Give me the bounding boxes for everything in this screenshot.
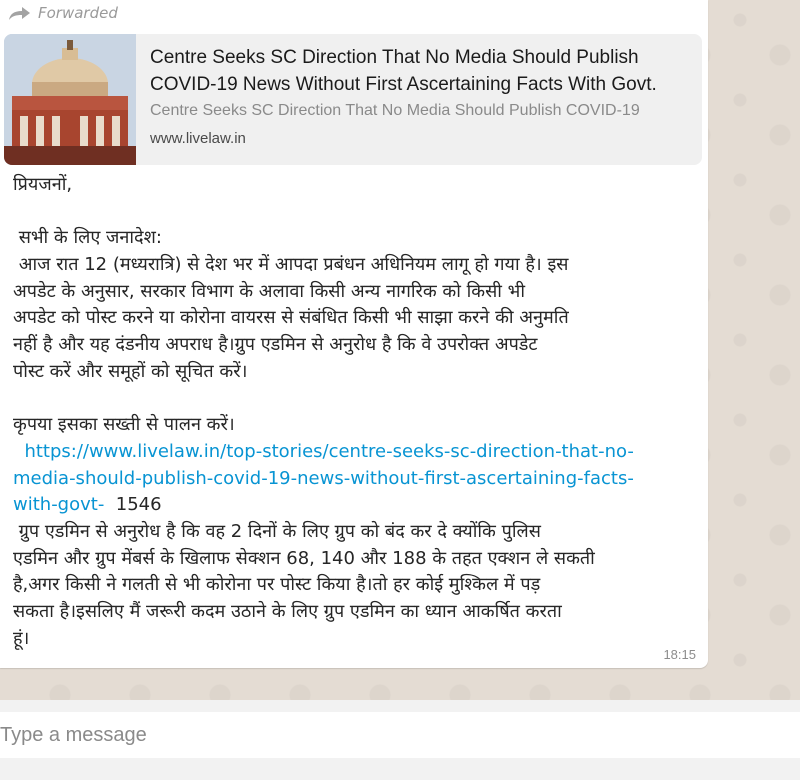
link-preview-card[interactable]: Centre Seeks SC Direction That No Media … (4, 34, 702, 165)
link-preview-domain: www.livelaw.in (150, 130, 246, 147)
forwarded-label: Forwarded (38, 4, 118, 22)
message-line: आज रात 12 (मध्यरात्रि) से देश भर में आपद… (13, 254, 569, 276)
message-line: सभी के लिए जनादेश: (13, 227, 162, 249)
message-line (13, 386, 701, 413)
message-text: प्रियजनों, सभी के लिए जनादेश: आज रात 12 … (13, 172, 701, 652)
link-preview-title[interactable]: Centre Seeks SC Direction That No Media … (150, 44, 692, 98)
message-line: अपडेट को पोस्ट करने या कोरोना वायरस से स… (13, 307, 569, 329)
message-line: है,अगर किसी ने गलती से भी कोरोना पर पोस्… (13, 574, 541, 596)
message-line: एडमिन और ग्रुप मेंबर्स के खिलाफ सेक्शन 6… (13, 547, 595, 569)
message-bubble[interactable]: Forwarded Centre Seeks SC Direction That… (0, 0, 708, 668)
message-composer (0, 700, 800, 780)
message-line: हूं। (13, 627, 30, 649)
message-link-line[interactable]: media-should-publish-covid-19-news-witho… (13, 466, 701, 493)
message-link-tail[interactable]: with-govt- (13, 494, 104, 515)
message-line: नहीं है और यह दंडनीय अपराध है।ग्रुप एडमि… (13, 334, 538, 356)
link-preview-thumbnail (4, 34, 136, 165)
message-line: ग्रुप एडमिन से अनुरोध है कि वह 2 दिनों क… (13, 520, 541, 542)
message-number: 1546 (104, 494, 162, 516)
message-line: प्रियजनों, (13, 174, 73, 195)
message-line: पोस्ट करें और समूहों को सूचित करें। (13, 360, 248, 382)
message-line (13, 199, 701, 226)
forwarded-indicator: Forwarded (8, 3, 118, 23)
forward-arrow-icon (8, 5, 32, 21)
message-link-end-line: with-govt- 1546 (13, 492, 701, 519)
message-timestamp: 18:15 (663, 647, 696, 662)
message-line: कृपया इसका सख्ती से पालन करें। (13, 414, 235, 436)
message-line: अपडेट के अनुसार, सरकार विभाग के अलावा कि… (13, 280, 525, 302)
link-preview-description: Centre Seeks SC Direction That No Media … (150, 102, 640, 119)
message-input[interactable] (0, 712, 800, 758)
message-link-line[interactable]: https://www.livelaw.in/top-stories/centr… (13, 439, 701, 466)
message-line: सकता है।इसलिए मैं जरूरी कदम उठाने के लिए… (13, 601, 562, 622)
